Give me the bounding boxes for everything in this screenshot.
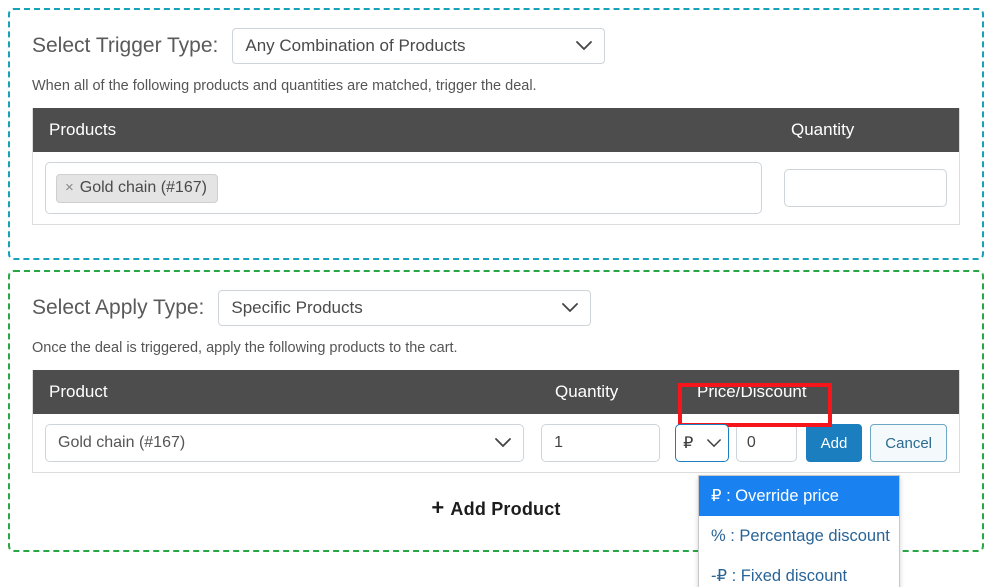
apply-type-label: Select Apply Type: [32, 296, 204, 320]
apply-type-row: Select Apply Type: Specific Products [10, 272, 982, 326]
apply-product-value: Gold chain (#167) [58, 434, 185, 452]
apply-header-quantity: Quantity [539, 382, 681, 402]
apply-quantity-input[interactable]: 1 [541, 424, 660, 462]
trigger-helper-text: When all of the following products and q… [10, 78, 982, 94]
trigger-section: Select Trigger Type: Any Combination of … [8, 8, 984, 260]
dropdown-option-percentage-discount[interactable]: % : Percentage discount [699, 516, 899, 556]
trigger-type-label: Select Trigger Type: [32, 34, 218, 58]
trigger-quantity-input[interactable] [784, 169, 947, 207]
apply-table-row: Gold chain (#167) 1 ₽ 0 Add Cancel [33, 414, 959, 472]
chevron-down-icon [562, 303, 578, 313]
add-product-label: Add Product [450, 499, 560, 519]
product-tag[interactable]: × Gold chain (#167) [56, 174, 218, 203]
trigger-header-quantity: Quantity [775, 120, 945, 140]
trigger-type-value: Any Combination of Products [245, 36, 465, 56]
trigger-products-tag-input[interactable]: × Gold chain (#167) [45, 162, 762, 214]
chevron-down-icon [707, 439, 721, 448]
dropdown-option-fixed-discount[interactable]: -₽ : Fixed discount [699, 556, 899, 587]
apply-header-price-discount: Price/Discount [681, 382, 881, 402]
apply-helper-text: Once the deal is triggered, apply the fo… [10, 340, 982, 356]
add-button[interactable]: Add [806, 424, 863, 462]
cancel-button[interactable]: Cancel [870, 424, 947, 462]
apply-header-product: Product [33, 382, 539, 402]
apply-table-header: Product Quantity Price/Discount [33, 370, 959, 414]
apply-type-value: Specific Products [231, 298, 362, 318]
product-tag-label: Gold chain (#167) [80, 179, 207, 197]
chevron-down-icon [495, 438, 511, 448]
price-discount-amount-input[interactable]: 0 [736, 424, 797, 462]
apply-product-select[interactable]: Gold chain (#167) [45, 424, 524, 462]
price-discount-unit-select[interactable]: ₽ [675, 424, 729, 462]
apply-products-table: Product Quantity Price/Discount Gold cha… [32, 370, 960, 473]
dropdown-option-override-price[interactable]: ₽ : Override price [699, 476, 899, 516]
trigger-header-products: Products [33, 120, 775, 140]
deal-builder-page: Select Trigger Type: Any Combination of … [0, 0, 1000, 587]
trigger-table-header: Products Quantity [33, 108, 959, 152]
chevron-down-icon [576, 41, 592, 51]
trigger-products-table: Products Quantity × Gold chain (#167) [32, 108, 960, 225]
remove-tag-icon[interactable]: × [65, 179, 74, 196]
trigger-type-row: Select Trigger Type: Any Combination of … [10, 10, 982, 64]
apply-type-select[interactable]: Specific Products [218, 290, 591, 326]
plus-icon: + [431, 495, 444, 520]
price-discount-unit-value: ₽ [683, 433, 693, 453]
trigger-table-row: × Gold chain (#167) [33, 152, 959, 224]
price-discount-dropdown-menu[interactable]: ₽ : Override price % : Percentage discou… [698, 475, 900, 587]
trigger-type-select[interactable]: Any Combination of Products [232, 28, 605, 64]
